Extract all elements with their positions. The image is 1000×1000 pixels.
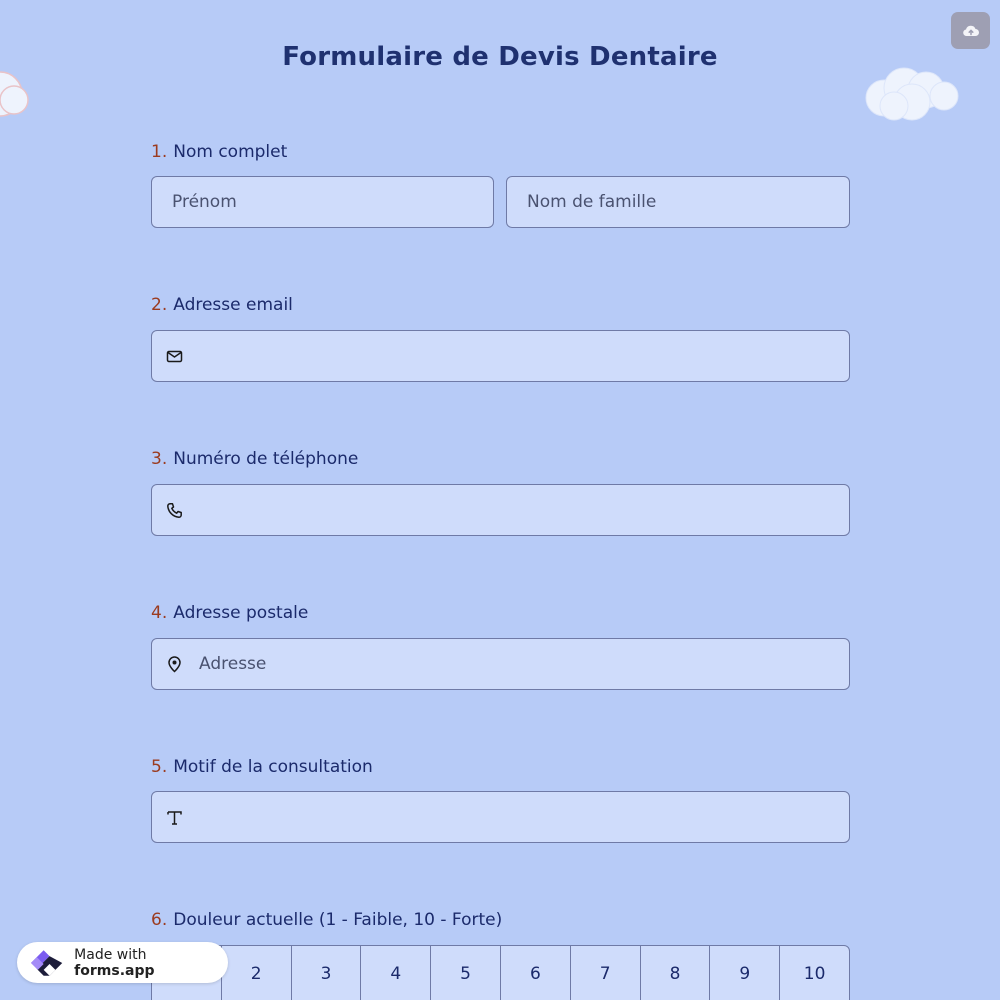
location-pin-icon <box>168 656 181 673</box>
question-text: Nom complet <box>173 142 288 162</box>
question-6-label: 6. Douleur actuelle (1 - Faible, 10 - For… <box>151 910 502 930</box>
question-5-label: 5. Motif de la consultation <box>151 757 373 777</box>
scale-option-8[interactable]: 8 <box>641 946 711 1000</box>
question-number: 4. <box>151 603 168 623</box>
mail-icon <box>166 350 183 363</box>
cloud-decoration <box>0 71 29 117</box>
question-3-label: 3. Numéro de téléphone <box>151 449 358 469</box>
scale-option-7[interactable]: 7 <box>571 946 641 1000</box>
scale-option-5[interactable]: 5 <box>431 946 501 1000</box>
scale-option-6[interactable]: 6 <box>501 946 571 1000</box>
phone-icon <box>167 503 182 518</box>
question-text: Adresse postale <box>173 603 309 623</box>
email-input[interactable] <box>151 330 850 382</box>
question-text: Numéro de téléphone <box>173 449 359 469</box>
address-input[interactable]: Adresse <box>151 638 850 690</box>
cloud-decoration <box>865 67 959 121</box>
question-text: Adresse email <box>173 295 293 315</box>
question-number: 5. <box>151 757 168 777</box>
question-number: 2. <box>151 295 168 315</box>
badge-prefix: Made with <box>74 946 147 963</box>
scale-option-3[interactable]: 3 <box>292 946 362 1000</box>
text-type-icon <box>167 811 182 825</box>
pain-scale: 1 2 3 4 5 6 7 8 9 10 <box>151 945 850 1000</box>
question-number: 3. <box>151 449 168 469</box>
last-name-input[interactable]: Nom de famille <box>506 176 850 228</box>
question-1-label: 1. Nom complet <box>151 142 287 162</box>
form-title: Formulaire de Devis Dentaire <box>282 42 718 72</box>
consultation-reason-input[interactable] <box>151 791 850 843</box>
scale-option-2[interactable]: 2 <box>222 946 292 1000</box>
address-placeholder: Adresse <box>199 654 267 674</box>
first-name-input[interactable]: Prénom <box>151 176 494 228</box>
last-name-placeholder: Nom de famille <box>527 192 657 212</box>
scale-option-4[interactable]: 4 <box>361 946 432 1000</box>
forms-app-logo-icon <box>30 949 63 976</box>
first-name-placeholder: Prénom <box>172 192 237 212</box>
question-2-label: 2. Adresse email <box>151 295 293 315</box>
scale-option-10[interactable]: 10 <box>780 946 849 1000</box>
cloud-upload-icon <box>962 25 979 36</box>
question-text: Douleur actuelle (1 - Faible, 10 - Forte… <box>173 910 503 930</box>
scale-option-9[interactable]: 9 <box>710 946 781 1000</box>
question-number: 1. <box>151 142 168 162</box>
made-with-forms-app-badge[interactable]: Made with forms.app <box>17 942 228 983</box>
question-text: Motif de la consultation <box>173 757 373 777</box>
badge-brand: forms.app <box>74 962 155 979</box>
phone-input[interactable] <box>151 484 850 536</box>
question-4-label: 4. Adresse postale <box>151 603 308 623</box>
question-number: 6. <box>151 910 168 930</box>
